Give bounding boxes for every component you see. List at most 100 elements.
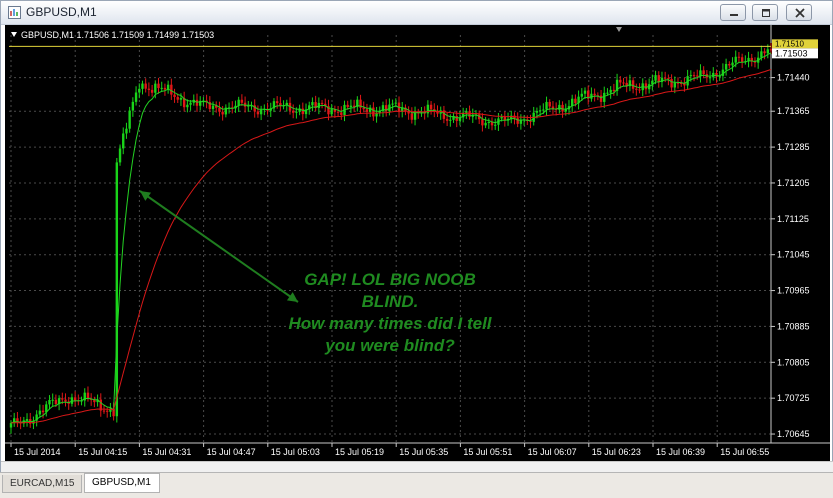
candle-body <box>311 102 314 106</box>
candle-body <box>728 64 731 66</box>
candle-body <box>599 95 603 102</box>
candle-body <box>593 93 596 96</box>
candle-body <box>667 78 670 80</box>
chart-canvas: 1.71440 1.71365 1.71285 1.71205 1.71125 1.710… <box>5 25 830 457</box>
time-tick-label: 15 Jul 06:07 <box>528 447 577 457</box>
candle-body <box>256 111 260 115</box>
price-tick-label: 1.70885 <box>777 321 810 331</box>
tab-gbpusd-m1[interactable]: GBPUSD,M1 <box>84 473 160 493</box>
candle-body <box>275 101 279 104</box>
window-titlebar[interactable]: GBPUSD,M1 <box>1 1 832 25</box>
price-tick-label: 1.70645 <box>777 429 810 439</box>
candle-body <box>122 133 125 149</box>
tab-eurcad-m15[interactable]: EURCAD,M15 <box>2 475 82 493</box>
time-tick-label: 15 Jul 04:15 <box>78 447 127 457</box>
candle-body <box>16 418 19 422</box>
candle-body <box>724 64 728 70</box>
time-tick-label: 15 Jul 04:31 <box>142 447 191 457</box>
candle-body <box>195 99 199 106</box>
price-tick-label: 1.70965 <box>777 286 810 296</box>
price-tick-label: 1.70725 <box>777 393 810 403</box>
chart-window: GBPUSD,M1 1.71440 1.71365 1.71285 1.71205 1.… <box>0 0 833 473</box>
candle-body <box>445 118 449 121</box>
candle-body <box>144 83 147 89</box>
candle-body <box>301 108 305 115</box>
candle-body <box>160 87 163 89</box>
candle-body <box>603 92 606 102</box>
candle-body <box>465 111 468 113</box>
candle-body <box>291 110 295 113</box>
candle-body <box>410 113 414 120</box>
candle-body <box>259 109 263 115</box>
candle-body <box>692 75 696 77</box>
candle-body <box>73 397 77 401</box>
close-button[interactable] <box>786 4 812 21</box>
candle-body <box>516 118 519 124</box>
candle-body <box>106 410 109 412</box>
candle-body <box>487 121 491 123</box>
annotation-line-4: you were blind? <box>325 336 455 355</box>
price-tick-label: 1.71205 <box>777 178 810 188</box>
candle-body <box>279 103 282 106</box>
candle-body <box>102 410 106 412</box>
annotation-line-1: GAP! LOL BIG NOOB <box>304 270 476 289</box>
candle-body <box>481 119 484 126</box>
time-tick-label: 15 Jul 2014 <box>14 447 61 457</box>
time-tick-label: 15 Jul 05:51 <box>463 447 512 457</box>
candle-body <box>221 111 224 115</box>
candle-body <box>189 102 192 105</box>
time-tick-label: 15 Jul 04:47 <box>207 447 256 457</box>
price-tick-label: 1.71285 <box>777 142 810 152</box>
minimize-button[interactable] <box>720 4 746 21</box>
chart-header: GBPUSD,M1 1.71506 1.71509 1.71499 1.7150… <box>11 30 214 40</box>
chart-header-text: GBPUSD,M1 1.71506 1.71509 1.71499 1.7150… <box>21 30 215 40</box>
price-tick-label: 1.71440 <box>777 73 810 83</box>
candle-body <box>564 109 567 112</box>
candle-body <box>295 111 298 113</box>
chart-annotation: GAP! LOL BIG NOOB BLIND. How many times … <box>245 269 535 357</box>
candle-body <box>542 109 545 111</box>
time-tick-label: 15 Jul 05:03 <box>271 447 320 457</box>
candle-body <box>125 128 128 134</box>
candle-body <box>131 101 135 111</box>
candle-body <box>54 399 58 404</box>
candle-body <box>606 92 609 94</box>
candle-body <box>484 122 487 126</box>
candle-body <box>150 89 154 93</box>
time-tick-label: 15 Jul 05:35 <box>399 447 448 457</box>
chart-tab-bar: EURCAD,M15 GBPUSD,M1 <box>0 472 833 498</box>
candle-body <box>500 116 503 119</box>
candle-body <box>548 101 551 107</box>
candle-body <box>330 108 333 115</box>
candle-body <box>170 84 173 95</box>
candle-body <box>134 92 138 102</box>
candle-body <box>240 99 244 103</box>
candle-body <box>48 400 51 405</box>
candle-body <box>186 104 189 108</box>
candle-body <box>708 77 712 79</box>
candle-body <box>535 110 539 113</box>
candle-body <box>635 88 638 90</box>
price-tick-label: 1.70805 <box>777 357 810 367</box>
candle-body <box>179 98 183 100</box>
annotation-arrowhead-start <box>140 191 152 201</box>
price-tick-label: 1.71045 <box>777 250 810 260</box>
minimize-icon <box>730 14 738 16</box>
candle-body <box>766 49 769 54</box>
price-chart[interactable]: 1.71440 1.71365 1.71285 1.71205 1.71125 1.710… <box>5 25 830 461</box>
price-label-current: 1.71503 <box>775 48 808 58</box>
candle-body <box>670 78 673 88</box>
candle-body <box>663 77 667 79</box>
candle-body <box>760 51 763 58</box>
candle-body <box>375 113 378 117</box>
candle-body <box>455 115 458 121</box>
candle-body <box>551 106 555 109</box>
candle-body <box>128 110 131 129</box>
candle-body <box>61 398 64 400</box>
maximize-button[interactable] <box>752 4 778 21</box>
annotation-line-2: BLIND. <box>361 292 419 311</box>
candle-body <box>163 87 167 90</box>
candle-body <box>25 419 29 421</box>
candle-body <box>468 111 471 117</box>
candle-body <box>702 70 705 75</box>
